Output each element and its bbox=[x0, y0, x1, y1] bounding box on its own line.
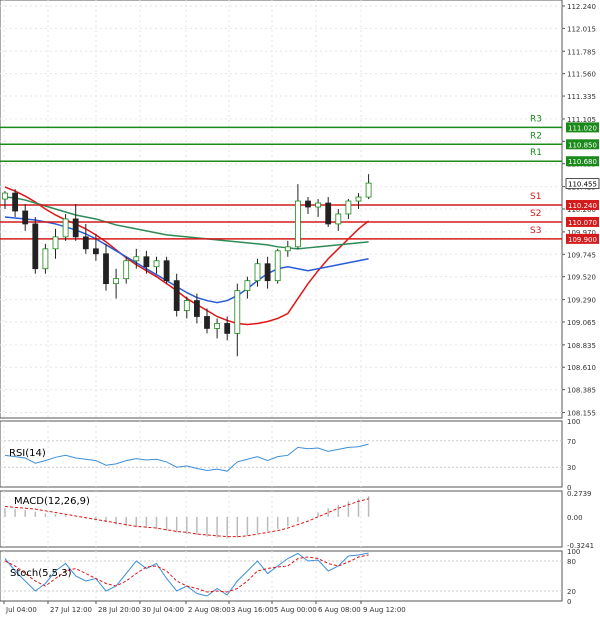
x-tick-label: 5 Aug 00:00 bbox=[274, 606, 317, 614]
candle-body bbox=[22, 210, 29, 225]
candle-body bbox=[193, 300, 200, 317]
candle-body bbox=[82, 236, 89, 250]
price-tick-label: 109.065 bbox=[567, 319, 596, 327]
level-label-r1: R1 bbox=[530, 148, 542, 158]
candle-body bbox=[264, 263, 271, 282]
candle-body bbox=[365, 182, 372, 198]
price-tick-label: 112.240 bbox=[567, 3, 596, 11]
candle-body bbox=[294, 200, 301, 248]
level-label-r3: R3 bbox=[530, 114, 542, 124]
stoch-tick-label: 80 bbox=[567, 558, 576, 566]
price-tick-label: 108.610 bbox=[567, 364, 596, 372]
candle-body bbox=[12, 192, 19, 212]
candle-body bbox=[284, 246, 291, 252]
candle-body bbox=[204, 316, 210, 329]
level-label-s2: S2 bbox=[530, 209, 541, 219]
candle-body bbox=[163, 260, 170, 282]
x-tick-label: 28 Jul 20:00 bbox=[98, 606, 140, 614]
price-tick-label: 108.835 bbox=[567, 342, 596, 350]
level-price-tag-text-r3: 111.020 bbox=[568, 124, 597, 132]
level-price-tag-text-s1: 110.240 bbox=[568, 202, 597, 210]
candle-body bbox=[103, 253, 109, 285]
candle-body bbox=[274, 250, 281, 282]
candle-body bbox=[133, 256, 140, 262]
level-label-r2: R2 bbox=[530, 131, 542, 141]
candle-body bbox=[254, 263, 261, 282]
candle-body bbox=[345, 200, 352, 215]
candle-body bbox=[42, 248, 49, 270]
x-tick-label: 6 Aug 08:00 bbox=[318, 606, 361, 614]
rsi-tick-label: 70 bbox=[567, 438, 576, 446]
x-tick-label: 2 Aug 08:00 bbox=[188, 606, 231, 614]
price-tick-label: 108.155 bbox=[567, 410, 596, 418]
level-label-s3: S3 bbox=[530, 226, 541, 236]
price-tick-label: 112.015 bbox=[567, 25, 596, 33]
rsi-tick-label: 30 bbox=[567, 464, 576, 472]
candle-body bbox=[183, 300, 190, 311]
price-tick-label: 109.745 bbox=[567, 251, 596, 259]
macd-panel-label: MACD(12,26,9) bbox=[14, 496, 90, 507]
x-tick-label: 30 Jul 04:00 bbox=[142, 606, 184, 614]
candle-body bbox=[244, 280, 251, 292]
stoch-tick-label: 20 bbox=[567, 588, 576, 596]
price-tick-label: 109.520 bbox=[567, 274, 596, 282]
price-tick-label: 111.785 bbox=[567, 48, 596, 56]
current-price-tag-text: 110.455 bbox=[568, 181, 597, 189]
candle-body bbox=[52, 236, 59, 250]
rsi-panel-label: RSI(14) bbox=[9, 448, 46, 459]
rsi-tick-label: 100 bbox=[567, 418, 580, 426]
stoch-panel-label: Stoch(5,5,3) bbox=[10, 568, 72, 579]
candle-body bbox=[315, 202, 322, 208]
candle-body bbox=[143, 256, 150, 268]
candle-body bbox=[62, 218, 69, 238]
candle-body bbox=[355, 196, 362, 202]
candle-body bbox=[113, 278, 119, 285]
x-tick-label: 3 Aug 16:00 bbox=[231, 606, 274, 614]
x-tick-label: Jul 04:00 bbox=[5, 606, 37, 614]
price-tick-label: 109.290 bbox=[567, 297, 596, 305]
candle-body bbox=[335, 213, 342, 225]
price-tick-label: 108.385 bbox=[567, 387, 596, 395]
level-price-tag-text-r2: 110.850 bbox=[568, 141, 597, 149]
candle-body bbox=[325, 202, 332, 225]
level-price-tag-text-s2: 110.070 bbox=[568, 219, 597, 227]
trading-chart: 112.240112.015111.785111.560111.335111.1… bbox=[0, 0, 600, 619]
candle-body bbox=[93, 248, 99, 255]
candle-body bbox=[305, 200, 311, 208]
macd-tick-label: 0.00 bbox=[567, 514, 583, 522]
candle-body bbox=[214, 323, 221, 329]
candle-body bbox=[123, 260, 130, 280]
x-tick-label: 9 Aug 12:00 bbox=[363, 606, 406, 614]
candle-body bbox=[173, 280, 180, 311]
level-label-s1: S1 bbox=[530, 192, 541, 202]
price-tick-label: 111.335 bbox=[567, 93, 596, 101]
candle-body bbox=[234, 290, 241, 334]
candle-body bbox=[2, 192, 8, 200]
candle-body bbox=[72, 218, 79, 238]
x-tick-label: 27 Jul 12:00 bbox=[50, 606, 92, 614]
candle-body bbox=[224, 323, 231, 334]
macd-tick-label: 0.2739 bbox=[567, 490, 592, 498]
level-price-tag-text-r1: 110.680 bbox=[568, 158, 597, 166]
chart-background bbox=[0, 0, 600, 619]
level-price-tag-text-s3: 109.900 bbox=[568, 236, 597, 244]
stoch-tick-label: 100 bbox=[567, 548, 580, 556]
price-tick-label: 111.560 bbox=[567, 71, 596, 79]
stoch-tick-label: 0 bbox=[567, 598, 571, 606]
candle-body bbox=[153, 260, 160, 268]
candle-body bbox=[32, 223, 39, 270]
